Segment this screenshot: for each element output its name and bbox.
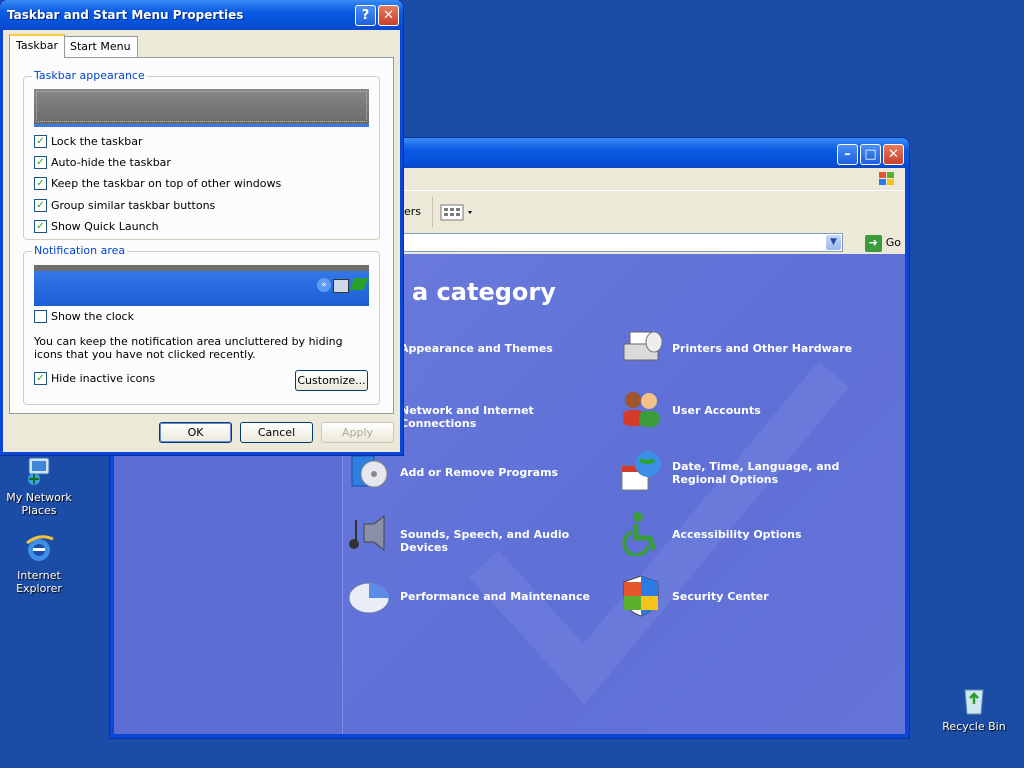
show-clock-checkbox[interactable] bbox=[34, 309, 47, 323]
category-label: Printers and Other Hardware bbox=[672, 342, 853, 355]
group-similar-buttons-checkbox[interactable]: ✓ bbox=[34, 198, 47, 212]
desktop-icon-label: Internet Explorer bbox=[16, 569, 62, 595]
tab-taskbar[interactable]: Taskbar bbox=[9, 34, 65, 58]
category-link[interactable]: Performance and Maintenance bbox=[346, 572, 616, 620]
taskbar-appearance-group: Taskbar appearance ✓ Lock the taskbar ✓ Aut… bbox=[23, 69, 380, 240]
dialog-close-button[interactable]: ✕ bbox=[378, 5, 399, 26]
recycle-bin-icon bbox=[958, 684, 990, 716]
keep-on-top-checkbox-row[interactable]: ✓ Keep the taskbar on top of other window… bbox=[34, 176, 281, 191]
desktop-icon-label: My Network Places bbox=[6, 491, 72, 517]
desktop-icon-label: Recycle Bin bbox=[942, 720, 1006, 733]
checkbox-label: Group similar taskbar buttons bbox=[51, 199, 216, 212]
security-shield-icon bbox=[618, 572, 664, 618]
checkbox-label: Lock the taskbar bbox=[51, 135, 143, 148]
taskbar-tab-panel: Taskbar appearance ✓ Lock the taskbar ✓ Aut… bbox=[9, 57, 394, 414]
windows-logo-icon bbox=[877, 170, 897, 188]
desktop-icon-internet-explorer[interactable]: Internet Explorer bbox=[0, 533, 79, 595]
go-label: Go bbox=[885, 236, 901, 249]
checkbox-label: Show the clock bbox=[51, 310, 134, 323]
internet-explorer-icon bbox=[23, 533, 55, 565]
close-button[interactable]: ✕ bbox=[883, 144, 904, 165]
checkbox-label: Auto-hide the taskbar bbox=[51, 156, 171, 169]
go-button[interactable]: ➜ Go bbox=[864, 234, 901, 252]
user-accounts-icon bbox=[618, 386, 664, 432]
lock-taskbar-checkbox[interactable]: ✓ bbox=[34, 134, 47, 148]
notification-preview: « bbox=[34, 265, 369, 306]
show-quick-launch-checkbox[interactable]: ✓ bbox=[34, 219, 47, 233]
category-link[interactable]: Accessibility Options bbox=[618, 510, 888, 558]
notification-area-group: Notification area « Show the clock You c… bbox=[23, 244, 380, 405]
customize-button[interactable]: Customize... bbox=[295, 370, 368, 391]
network-tray-icon bbox=[333, 279, 349, 293]
sounds-icon bbox=[346, 510, 392, 556]
taskbar-preview bbox=[34, 89, 369, 127]
category-label: Sounds, Speech, and Audio Devices bbox=[400, 528, 570, 554]
show-clock-checkbox-row[interactable]: Show the clock bbox=[34, 309, 134, 324]
category-label: Network and Internet Connections bbox=[400, 404, 534, 430]
dialog-title: Taskbar and Start Menu Properties bbox=[7, 8, 244, 22]
keep-on-top-checkbox[interactable]: ✓ bbox=[34, 176, 47, 190]
hide-inactive-checkbox[interactable]: ✓ bbox=[34, 371, 47, 385]
category-label: Add or Remove Programs bbox=[400, 466, 559, 479]
help-button[interactable]: ? bbox=[355, 5, 376, 26]
notification-description: You can keep the notification area unclu… bbox=[34, 335, 343, 361]
category-label: Date, Time, Language, and Regional Optio… bbox=[672, 460, 840, 486]
group-similar-buttons-checkbox-row[interactable]: ✓ Group similar taskbar buttons bbox=[34, 198, 215, 213]
checkbox-label: Hide inactive icons bbox=[51, 372, 156, 385]
hide-inactive-checkbox-row[interactable]: ✓ Hide inactive icons bbox=[34, 371, 155, 386]
printer-icon bbox=[618, 324, 664, 370]
category-link[interactable]: Sounds, Speech, and Audio Devices bbox=[346, 510, 616, 558]
accessibility-icon bbox=[618, 510, 664, 558]
auto-hide-taskbar-checkbox-row[interactable]: ✓ Auto-hide the taskbar bbox=[34, 155, 171, 170]
checkbox-label: Keep the taskbar on top of other windows bbox=[51, 177, 282, 190]
category-label: Performance and Maintenance bbox=[400, 590, 590, 603]
desktop-icon-network-places[interactable]: My Network Places bbox=[0, 455, 79, 517]
network-places-icon bbox=[23, 455, 55, 487]
dialog-body: Taskbar Start Menu Taskbar appearance ✓ L… bbox=[3, 30, 400, 452]
minimize-button[interactable]: – bbox=[837, 144, 858, 165]
apply-button[interactable]: Apply bbox=[321, 422, 394, 443]
category-link[interactable]: User Accounts bbox=[618, 386, 888, 434]
ok-button[interactable]: OK bbox=[159, 422, 232, 443]
category-link[interactable]: Security Center bbox=[618, 572, 888, 620]
folders-button-label[interactable]: ers bbox=[404, 205, 421, 218]
taskbar-properties-dialog: Taskbar and Start Menu Properties ? ✕ Ta… bbox=[0, 0, 403, 455]
auto-hide-taskbar-checkbox[interactable]: ✓ bbox=[34, 155, 47, 169]
views-icon[interactable] bbox=[440, 203, 476, 221]
desktop-icon-recycle-bin[interactable]: Recycle Bin bbox=[934, 684, 1014, 733]
tab-start-menu[interactable]: Start Menu bbox=[63, 36, 138, 57]
group-legend: Notification area bbox=[32, 244, 128, 257]
cancel-button[interactable]: Cancel bbox=[240, 422, 313, 443]
checkbox-label: Show Quick Launch bbox=[51, 220, 159, 233]
expand-chevron-icon: « bbox=[317, 278, 331, 292]
category-label: Security Center bbox=[672, 590, 769, 603]
lock-taskbar-checkbox-row[interactable]: ✓ Lock the taskbar bbox=[34, 134, 143, 149]
category-link[interactable]: Add or Remove Programs bbox=[346, 448, 616, 496]
category-link[interactable]: Printers and Other Hardware bbox=[618, 324, 888, 372]
dialog-titlebar[interactable]: Taskbar and Start Menu Properties ? ✕ bbox=[0, 0, 403, 30]
group-legend: Taskbar appearance bbox=[32, 69, 147, 82]
tray-app-icon bbox=[349, 278, 369, 290]
toolbar-separator bbox=[432, 197, 433, 227]
page-heading: a category bbox=[412, 278, 556, 306]
category-label: Appearance and Themes bbox=[400, 342, 553, 355]
maximize-button[interactable]: □ bbox=[860, 144, 881, 165]
date-time-icon bbox=[618, 448, 664, 494]
performance-icon bbox=[346, 572, 392, 618]
go-arrow-icon: ➜ bbox=[864, 234, 882, 252]
show-quick-launch-checkbox-row[interactable]: ✓ Show Quick Launch bbox=[34, 219, 159, 234]
category-label: Accessibility Options bbox=[672, 528, 802, 541]
address-dropdown-icon[interactable]: ▼ bbox=[826, 235, 841, 250]
category-link[interactable]: Date, Time, Language, and Regional Optio… bbox=[618, 448, 888, 496]
category-label: User Accounts bbox=[672, 404, 761, 417]
